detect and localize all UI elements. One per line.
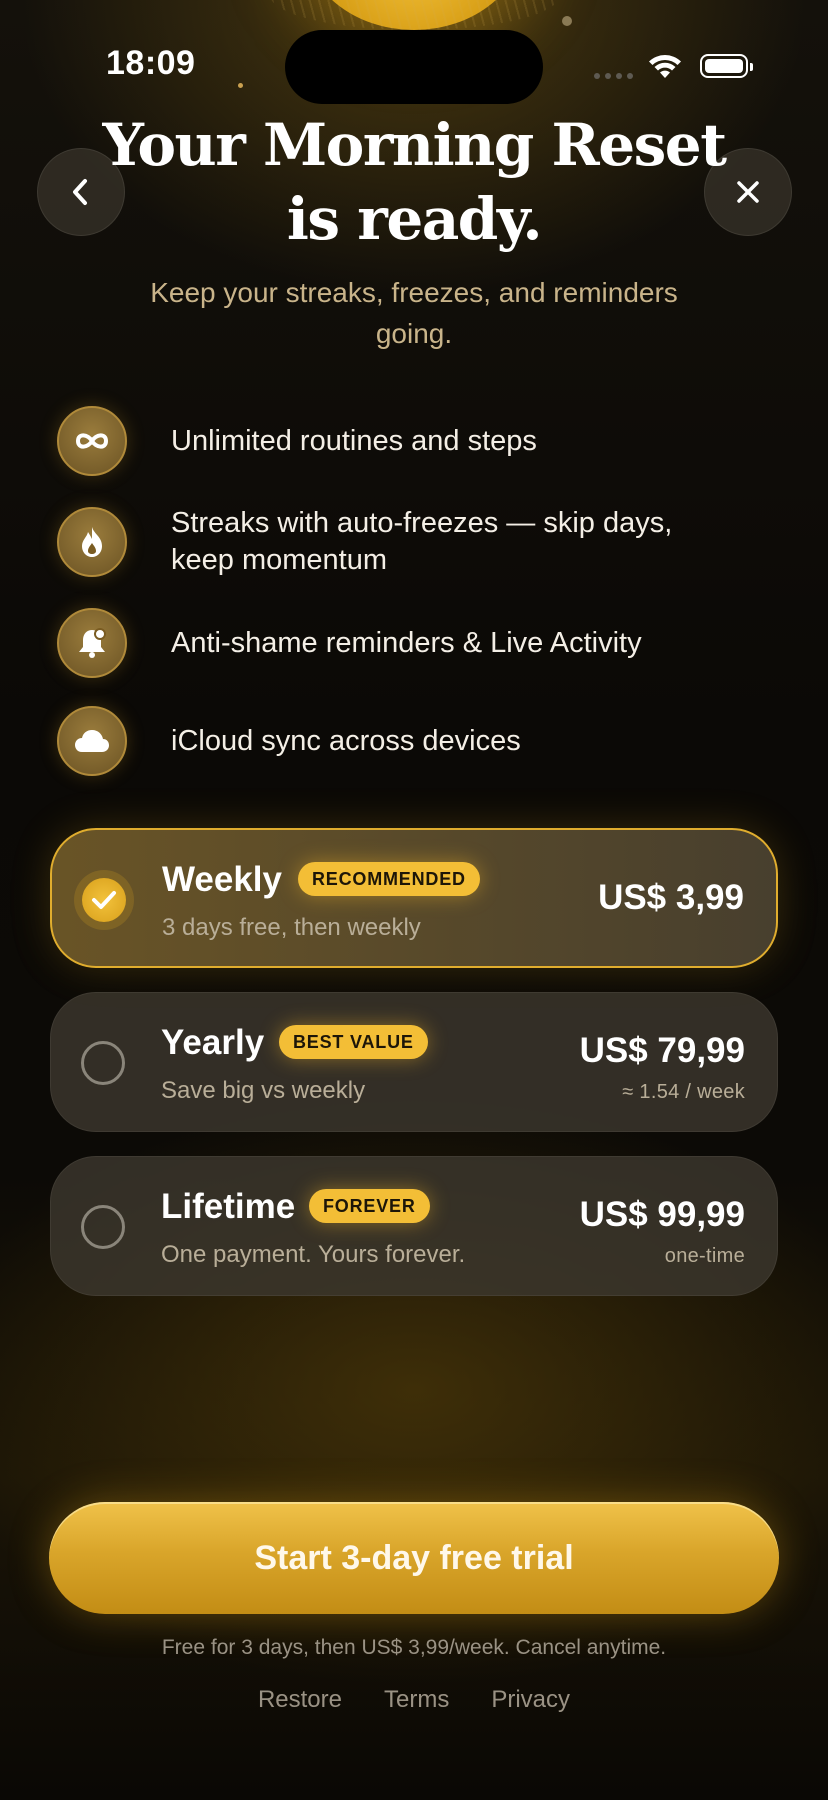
plan-price: US$ 99,99 [579,1195,745,1234]
sparkle-dot [238,83,243,88]
plan-price-note: one-time [664,1245,745,1267]
plan-radio-selected[interactable] [82,878,126,922]
plan-badge: BEST VALUE [279,1025,428,1059]
status-time: 18:09 [106,44,196,82]
plan-name: Weekly [162,860,282,899]
plan-radio[interactable] [81,1041,125,1085]
restore-link[interactable]: Restore [258,1686,342,1714]
cellular-signal-icon [594,73,633,79]
feature-item: Streaks with auto-freezes — skip days, k… [57,505,731,579]
feature-item: Unlimited routines and steps [57,406,537,476]
plan-badge: FOREVER [309,1189,430,1223]
plan-subtitle: 3 days free, then weekly [162,914,421,941]
start-trial-button[interactable]: Start 3-day free trial [49,1502,779,1614]
sparkle-dot [562,16,572,26]
plan-name: Yearly [161,1023,265,1062]
footer-links: Restore Terms Privacy [0,1686,828,1714]
plan-option-weekly[interactable]: Weekly RECOMMENDED 3 days free, then wee… [50,828,778,968]
page-title: Your Morning Reset is ready. [102,111,727,253]
feature-text: Unlimited routines and steps [171,424,537,457]
plan-radio[interactable] [81,1205,125,1249]
bell-icon [57,608,127,678]
infinity-icon [57,406,127,476]
plan-subtitle: Save big vs weekly [161,1077,366,1104]
plan-price-note: ≈ 1.54 / week [622,1081,745,1103]
cloud-icon [57,706,127,776]
feature-item: iCloud sync across devices [57,706,521,776]
plan-subtitle: One payment. Yours forever. [161,1241,466,1268]
wifi-icon [649,55,681,78]
plan-price: US$ 3,99 [598,878,744,917]
close-icon [737,181,759,203]
page-subtitle: Keep your streaks, freezes, and reminder… [150,277,678,349]
feature-item: Anti-shame reminders & Live Activity [57,608,642,678]
feature-text: Streaks with auto-freezes — skip days, k… [171,507,673,576]
plan-option-lifetime[interactable]: Lifetime FOREVER One payment. Yours fore… [50,1156,778,1296]
dynamic-island [285,30,543,104]
fine-print: Free for 3 days, then US$ 3,99/week. Can… [161,1636,667,1659]
terms-link[interactable]: Terms [384,1686,449,1714]
battery-icon [700,54,753,78]
feature-text: Anti-shame reminders & Live Activity [171,626,642,659]
checkmark-icon [92,891,116,909]
flame-icon [57,507,127,577]
plan-option-yearly[interactable]: Yearly BEST VALUE Save big vs weekly US$… [50,992,778,1132]
feature-text: iCloud sync across devices [171,724,521,757]
plan-price: US$ 79,99 [579,1031,745,1070]
privacy-link[interactable]: Privacy [491,1686,570,1714]
plan-name: Lifetime [161,1187,296,1226]
plan-badge: RECOMMENDED [298,862,480,896]
chevron-left-icon [73,179,87,205]
